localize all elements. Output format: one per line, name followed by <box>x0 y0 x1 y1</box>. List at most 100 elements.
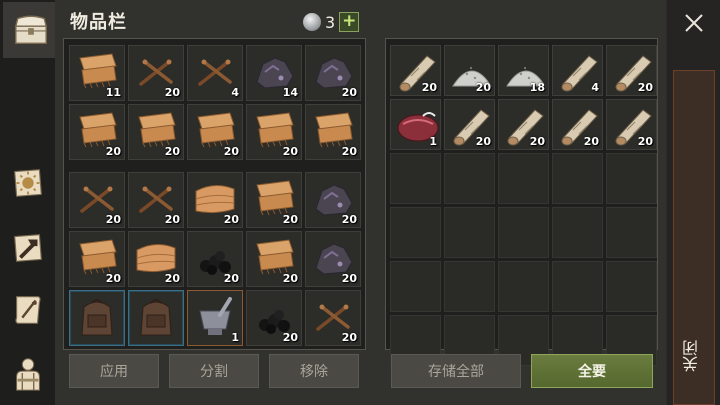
empty-slot[interactable] <box>606 261 657 312</box>
inventory-slot-backpack[interactable] <box>128 290 184 346</box>
inventory-slot-powder[interactable]: 20 <box>444 45 495 96</box>
close-label[interactable]: 关闭 <box>680 340 708 372</box>
empty-slot[interactable] <box>606 153 657 204</box>
empty-slot[interactable] <box>498 207 549 258</box>
inventory-slot-ore[interactable]: 20 <box>305 231 361 287</box>
empty-slot[interactable] <box>444 153 495 204</box>
item-count: 20 <box>341 145 357 158</box>
inventory-slot-log[interactable]: 20 <box>390 45 441 96</box>
item-count: 20 <box>105 145 121 158</box>
inventory-slot-ore[interactable]: 20 <box>305 45 361 101</box>
inventory-slot-backpack[interactable] <box>69 290 125 346</box>
empty-slot[interactable] <box>498 153 549 204</box>
bag-grid-top: 11 20 4 14 20 20 20 20 20 20 <box>69 45 361 160</box>
storage-grid: 20 20 18 4 20 1 20 20 20 20 <box>390 45 657 366</box>
item-count: 20 <box>475 81 491 94</box>
item-count: 4 <box>231 86 239 99</box>
inventory-slot-coal[interactable]: 20 <box>246 290 302 346</box>
store-all-button[interactable]: 存储全部 <box>391 354 521 388</box>
inventory-slot-log[interactable]: 4 <box>552 45 603 96</box>
inventory-slot-ore[interactable]: 20 <box>305 172 361 228</box>
item-count: 20 <box>105 213 121 226</box>
empty-slot[interactable] <box>606 207 657 258</box>
apply-button[interactable]: 应用 <box>69 354 159 388</box>
item-count: 20 <box>282 272 298 285</box>
empty-slot[interactable] <box>552 261 603 312</box>
empty-slot[interactable] <box>498 261 549 312</box>
inventory-slot-cloth[interactable]: 11 <box>69 45 125 101</box>
item-count: 1 <box>429 135 437 148</box>
inventory-slot-sticks[interactable]: 20 <box>128 172 184 228</box>
inventory-slot-cloth[interactable]: 20 <box>246 172 302 228</box>
item-count: 20 <box>583 135 599 148</box>
inventory-slot-cloth[interactable]: 20 <box>128 104 184 160</box>
inventory-slot-log[interactable]: 20 <box>552 99 603 150</box>
inventory-slot-fabric[interactable]: 20 <box>187 172 243 228</box>
inventory-slot-log[interactable]: 20 <box>444 99 495 150</box>
recipes-tab[interactable] <box>3 282 53 338</box>
item-count: 20 <box>164 213 180 226</box>
add-currency-button[interactable]: + <box>339 12 360 32</box>
take-all-button[interactable]: 全要 <box>531 354 653 388</box>
currency-count: 3 <box>325 12 336 32</box>
building-tab[interactable] <box>3 220 53 276</box>
inventory-slot-mortar[interactable]: 1 <box>187 290 243 346</box>
empty-slot[interactable] <box>390 261 441 312</box>
chest-icon <box>14 15 47 45</box>
inventory-slot-cloth[interactable]: 20 <box>69 104 125 160</box>
item-count: 20 <box>637 81 653 94</box>
empty-slot[interactable] <box>390 207 441 258</box>
empty-slot[interactable] <box>444 207 495 258</box>
item-count: 20 <box>164 86 180 99</box>
remove-button[interactable]: 移除 <box>269 354 359 388</box>
crafting-tab[interactable] <box>3 155 53 211</box>
inventory-slot-ore[interactable]: 14 <box>246 45 302 101</box>
item-count: 14 <box>282 86 298 99</box>
character-icon <box>16 358 40 391</box>
empty-slot[interactable] <box>552 207 603 258</box>
empty-slot[interactable] <box>444 261 495 312</box>
item-count: 20 <box>341 272 357 285</box>
inventory-slot-cloth[interactable]: 20 <box>69 231 125 287</box>
hammer-icon <box>14 234 42 262</box>
inventory-screen: 物品栏 3 + 11 20 4 14 20 20 20 20 20 20 20 20 20 20 20 20… <box>0 0 720 405</box>
item-count: 20 <box>341 86 357 99</box>
inventory-slot-fabric[interactable]: 20 <box>128 231 184 287</box>
empty-slot[interactable] <box>552 153 603 204</box>
item-count: 20 <box>105 272 121 285</box>
item-count: 4 <box>591 81 599 94</box>
item-count: 20 <box>637 135 653 148</box>
inventory-tab[interactable] <box>3 2 60 58</box>
inventory-slot-log[interactable]: 20 <box>606 99 657 150</box>
inventory-slot-cloth[interactable]: 20 <box>187 104 243 160</box>
split-button[interactable]: 分割 <box>169 354 259 388</box>
item-count: 20 <box>282 213 298 226</box>
bag-panel: 11 20 4 14 20 20 20 20 20 20 20 20 20 20 20 20 20 20 20 20… <box>63 38 366 350</box>
inventory-slot-log[interactable]: 20 <box>498 99 549 150</box>
gem-icon <box>303 13 321 31</box>
inventory-slot-cloth[interactable]: 20 <box>246 104 302 160</box>
inventory-slot-meat[interactable]: 1 <box>390 99 441 150</box>
item-count: 20 <box>223 272 239 285</box>
item-count: 20 <box>164 145 180 158</box>
inventory-slot-powder[interactable]: 18 <box>498 45 549 96</box>
bag-grid-bottom: 20 20 20 20 20 20 20 20 20 20 1 20 20 <box>69 172 361 346</box>
inventory-slot-cloth[interactable]: 20 <box>305 104 361 160</box>
item-count: 18 <box>529 81 545 94</box>
inventory-slot-sticks[interactable]: 20 <box>305 290 361 346</box>
character-tab[interactable] <box>3 345 53 401</box>
inventory-slot-sticks[interactable]: 20 <box>69 172 125 228</box>
item-count: 20 <box>341 213 357 226</box>
currency-display: 3 + <box>303 12 360 32</box>
inventory-slot-cloth[interactable]: 20 <box>246 231 302 287</box>
inventory-slot-sticks[interactable]: 4 <box>187 45 243 101</box>
empty-slot[interactable] <box>390 153 441 204</box>
item-count: 20 <box>282 145 298 158</box>
item-count: 1 <box>231 331 239 344</box>
inventory-slot-log[interactable]: 20 <box>606 45 657 96</box>
inventory-slot-sticks[interactable]: 20 <box>128 45 184 101</box>
close-icon[interactable] <box>683 12 705 34</box>
page-title: 物品栏 <box>70 12 127 33</box>
item-count: 20 <box>421 81 437 94</box>
inventory-slot-coal[interactable]: 20 <box>187 231 243 287</box>
